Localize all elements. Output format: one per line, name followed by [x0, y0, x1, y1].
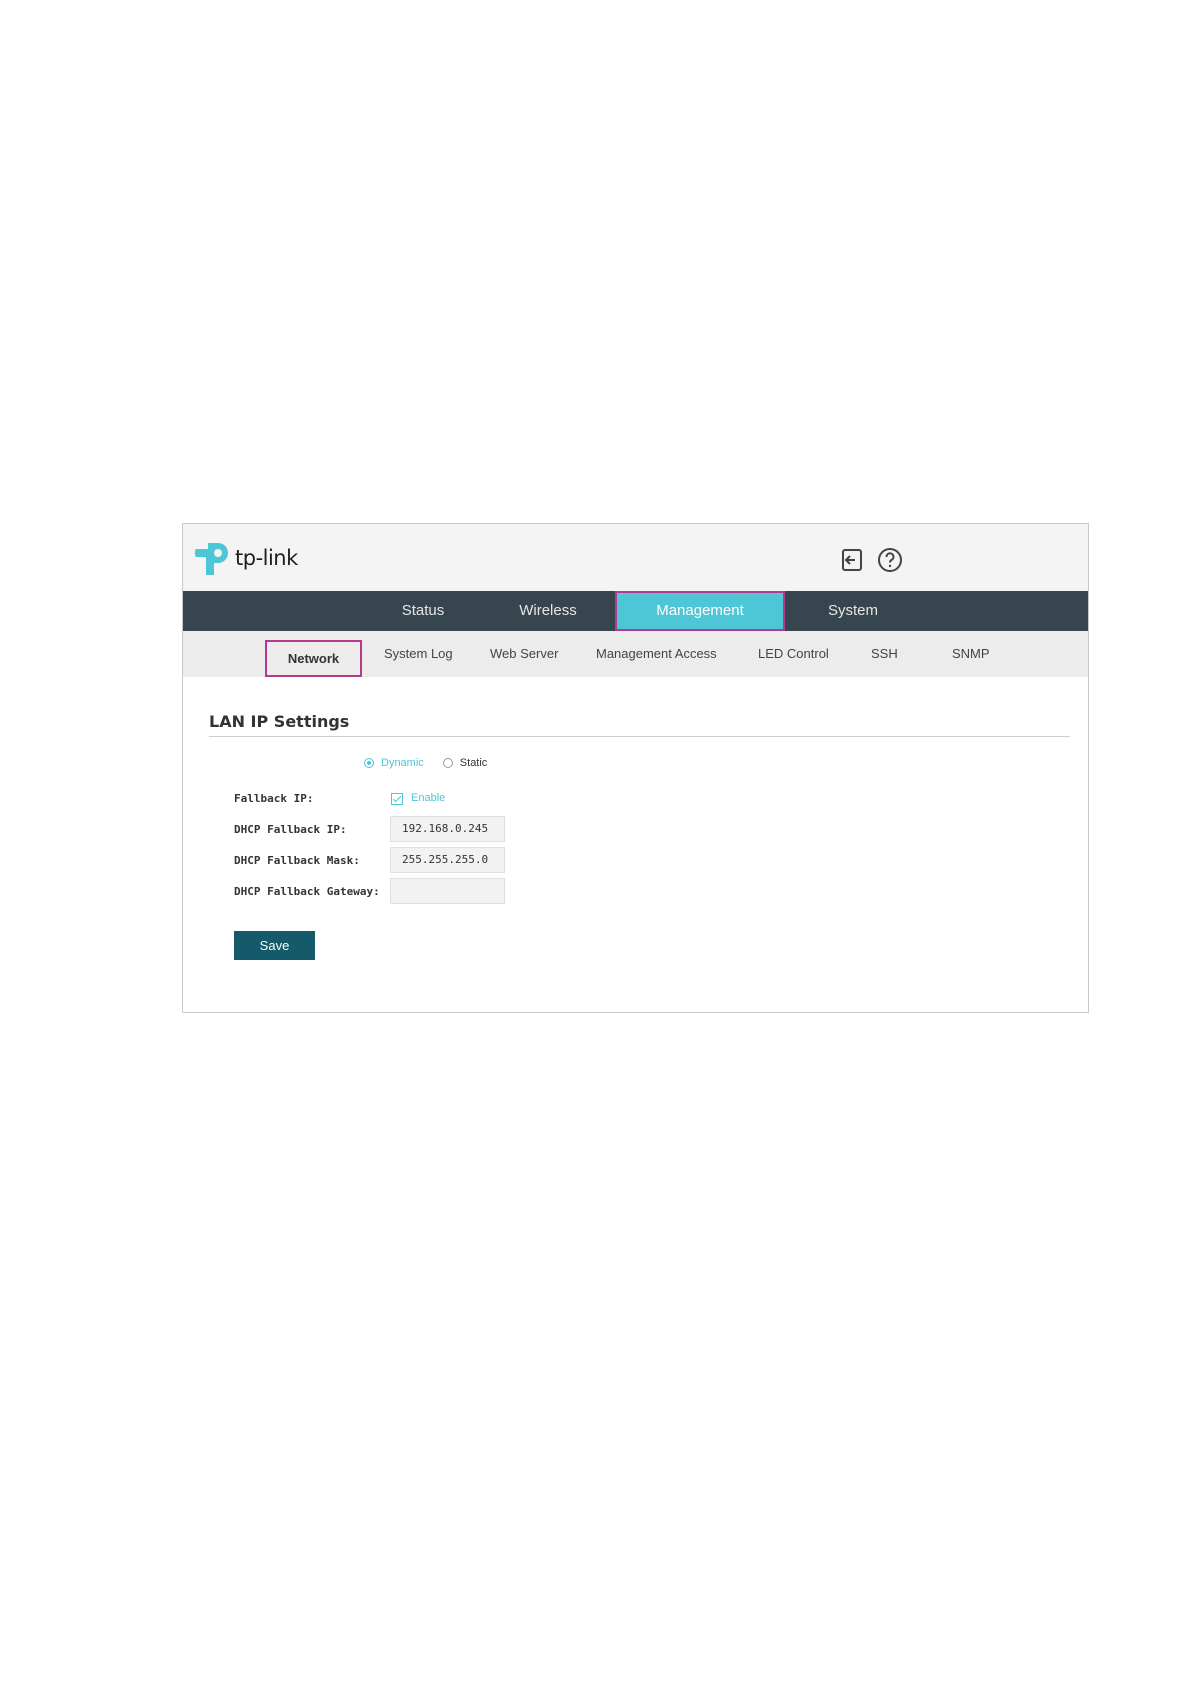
tab-status[interactable]: Status [378, 591, 468, 631]
dhcp-fallback-gateway-input[interactable] [390, 878, 505, 904]
tp-link-logo: tp-link [194, 539, 298, 577]
section-divider [209, 736, 1070, 737]
save-button[interactable]: Save [234, 931, 315, 960]
dhcp-fallback-ip-input[interactable]: 192.168.0.245 [390, 816, 505, 842]
subtab-network[interactable]: Network [265, 640, 362, 677]
tab-system[interactable]: System [808, 591, 898, 631]
main-nav: Status Wireless Management System [183, 591, 1088, 631]
radio-static[interactable] [442, 758, 453, 768]
tab-management[interactable]: Management [615, 591, 785, 631]
radio-dynamic-label: Dynamic [381, 757, 424, 769]
subtab-led-control[interactable]: LED Control [758, 631, 829, 677]
section-title: LAN IP Settings [209, 712, 350, 731]
fallback-ip-enable-checkbox[interactable] [391, 793, 403, 805]
dhcp-fallback-ip-label: DHCP Fallback IP: [234, 823, 347, 836]
radio-dynamic[interactable] [364, 758, 374, 768]
dhcp-fallback-mask-input[interactable]: 255.255.255.0 [390, 847, 505, 873]
tab-wireless[interactable]: Wireless [503, 591, 593, 631]
ip-mode-radio-group: Dynamic Static [364, 757, 487, 769]
logo-text: tp-link [235, 546, 298, 570]
radio-static-label: Static [459, 757, 488, 769]
dhcp-fallback-gateway-label: DHCP Fallback Gateway: [234, 885, 380, 898]
fallback-ip-label: Fallback IP: [234, 792, 314, 805]
subtab-management-access[interactable]: Management Access [596, 631, 717, 677]
tp-link-logo-icon [194, 543, 228, 575]
router-admin-window: tp-link Status Wireless Management Syste… [182, 523, 1089, 1013]
logout-icon[interactable] [839, 547, 865, 573]
fallback-ip-enable-label: Enable [411, 792, 446, 804]
help-icon[interactable] [877, 547, 903, 573]
sub-nav: Network System Log Web Server Management… [183, 631, 1088, 677]
subtab-snmp[interactable]: SNMP [952, 631, 990, 677]
dhcp-fallback-mask-label: DHCP Fallback Mask: [234, 854, 360, 867]
subtab-ssh[interactable]: SSH [871, 631, 898, 677]
subtab-system-log[interactable]: System Log [384, 631, 453, 677]
subtab-web-server[interactable]: Web Server [490, 631, 558, 677]
header-bar: tp-link [183, 524, 1088, 591]
